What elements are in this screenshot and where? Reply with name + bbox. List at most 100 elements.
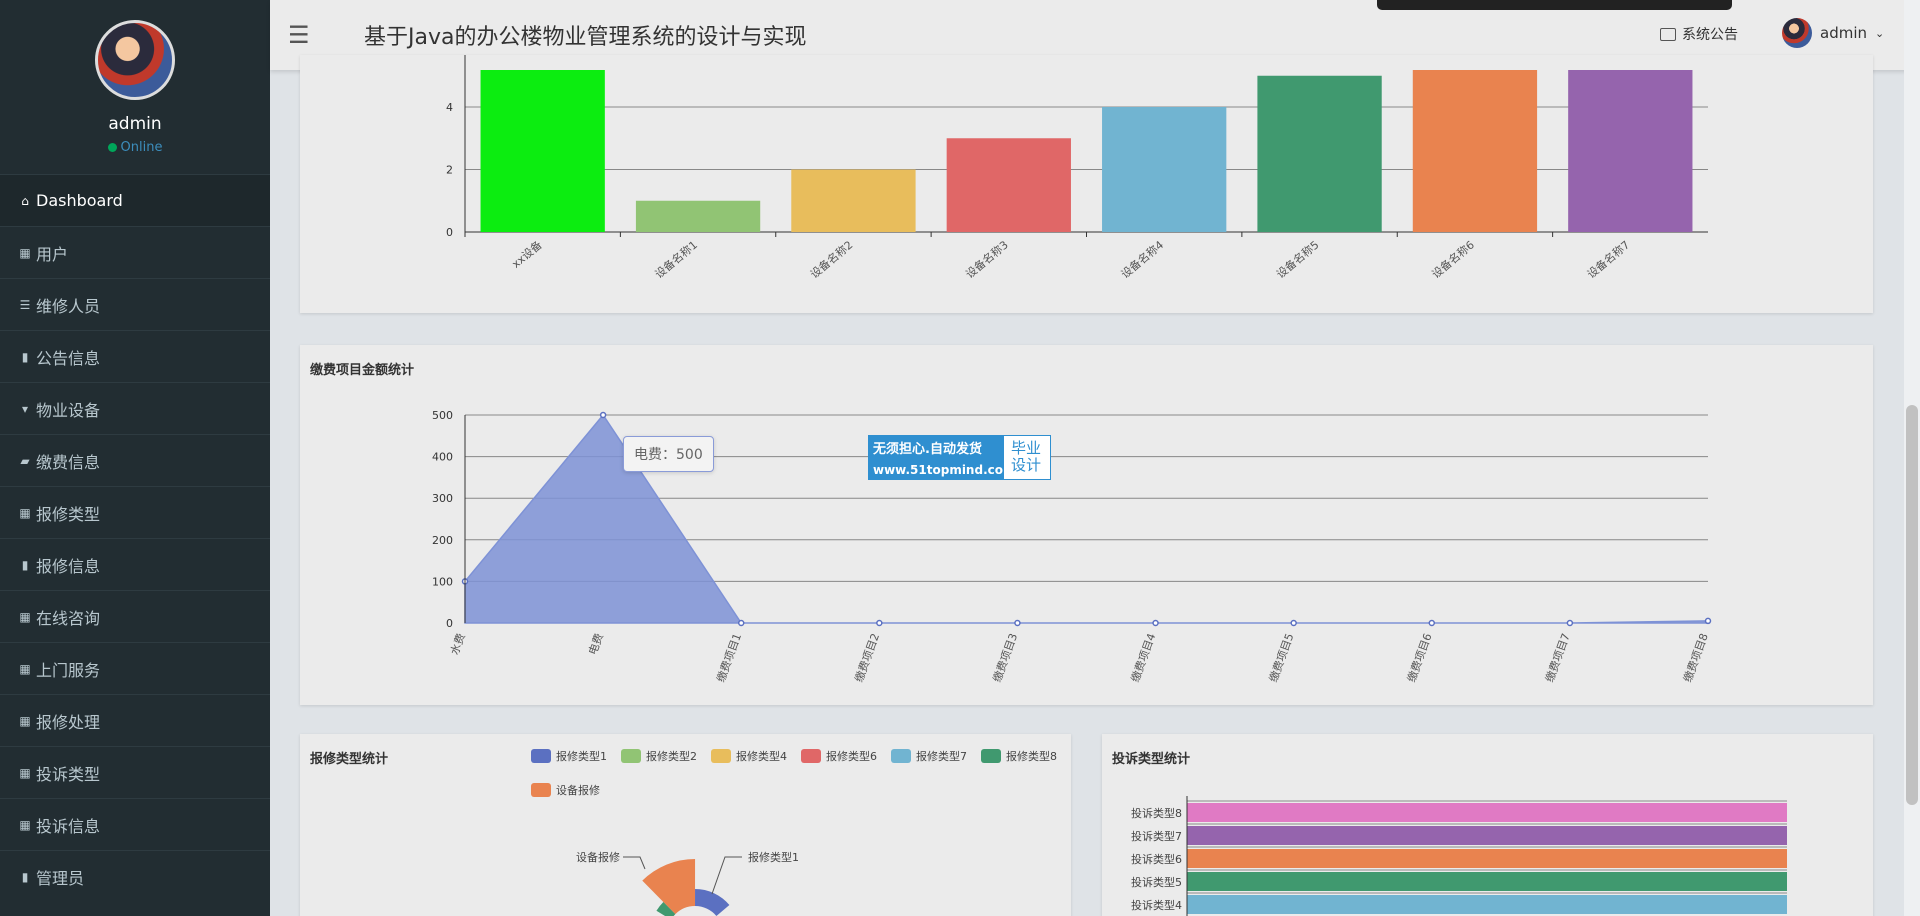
sidebar-item-3[interactable]: ▮ 公告信息 <box>0 330 270 382</box>
complaint-type-bar-chart: 投诉类型8 投诉类型7 投诉类型6 投诉类型5 投诉类型4 <box>1131 796 1787 916</box>
x-tick-label: xx设备 <box>509 238 545 271</box>
x-tick-label: 电费 <box>586 632 606 657</box>
menu-toggle-icon[interactable]: ☰ <box>288 21 314 49</box>
wallet-icon: ▰ <box>20 453 30 468</box>
bar <box>1187 849 1787 868</box>
sidebar-item-1[interactable]: ▦ 用户 <box>0 226 270 278</box>
online-status: Online <box>107 140 162 155</box>
payment-chart-panel: 缴费项目金额统计 0 100 200 300 400 500 水费 电费 缴费项目1 缴费项目2 缴… <box>300 345 1873 705</box>
bar <box>1102 107 1227 232</box>
x-tick-label: 缴费项目4 <box>1128 631 1159 684</box>
bar <box>1187 803 1787 822</box>
sidebar-item-label: 物业设备 <box>36 400 101 420</box>
sidebar-item-label: 报修类型 <box>36 504 101 524</box>
bar-chart-icon: ▮ <box>21 557 29 572</box>
x-tick-label: 设备名称7 <box>1584 238 1632 282</box>
sidebar-item-label: 公告信息 <box>36 348 101 368</box>
legend-label: 报修类型2 <box>646 749 697 763</box>
chevron-down-icon: ⌄ <box>1875 26 1885 40</box>
sidebar-item-label: 维修人员 <box>36 296 101 316</box>
x-tick-label: 设备名称1 <box>652 238 700 282</box>
sidebar-item-8[interactable]: ▦ 在线咨询 <box>0 590 270 642</box>
x-tick-label: 设备名称6 <box>1429 238 1477 282</box>
system-notice-link[interactable]: 系统公告 <box>1660 24 1738 44</box>
sidebar-item-4[interactable]: ▾ 物业设备 <box>0 382 270 434</box>
device-icon: ▾ <box>21 401 29 416</box>
grid-icon: ▦ <box>19 245 31 260</box>
watermark: 无须担心.自动发货 www.51topmind.com 毕业设计 <box>868 435 1051 480</box>
y-tick-label: 投诉类型5 <box>1131 875 1182 889</box>
sidebar-menu: ⌂ Dashboard ▦ 用户 ☰ 维修人员 ▮ 公告信息 ▾ 物业设备 ▰ 缴费信息 ▦ 报修类型 ▮ 报… <box>0 174 270 902</box>
notification-bar <box>1377 0 1732 10</box>
pie-label: 设备报修 <box>576 850 620 864</box>
sidebar-item-label: 投诉类型 <box>36 764 101 784</box>
y-tick-label: 0 <box>446 617 453 630</box>
grid-icon: ▦ <box>19 817 31 832</box>
x-tick-label: 水费 <box>448 632 468 657</box>
bar <box>791 169 916 232</box>
legend-label: 报修类型8 <box>1006 749 1057 763</box>
bar <box>946 138 1071 232</box>
x-tick-label: 缴费项目8 <box>1680 631 1711 684</box>
user-panel: admin Online <box>0 0 270 174</box>
legend-label: 报修类型7 <box>916 749 967 763</box>
legend-label: 设备报修 <box>556 783 600 797</box>
sidebar-item-label: 在线咨询 <box>36 608 101 628</box>
sidebar-item-label: 上门服务 <box>36 660 101 680</box>
x-tick-label: 缴费项目2 <box>852 631 883 684</box>
data-point <box>1428 619 1436 627</box>
repair-type-chart-panel: 报修类型统计 报修类型1 报修类型2 报修类型4 报修类型6 报修类型7 报修类型8 设备报… <box>300 734 1071 916</box>
sidebar-item-label: 管理员 <box>36 868 85 888</box>
clipboard-icon: ▮ <box>21 349 29 364</box>
sidebar-item-9[interactable]: ▦ 上门服务 <box>0 642 270 694</box>
scrollbar-thumb[interactable] <box>1906 405 1918 805</box>
sidebar-item-12[interactable]: ▦ 投诉信息 <box>0 798 270 850</box>
sidebar-item-11[interactable]: ▦ 投诉类型 <box>0 746 270 798</box>
home-icon: ⌂ <box>21 193 29 208</box>
data-point <box>1704 617 1712 625</box>
y-tick-label: 4 <box>446 101 453 114</box>
status-dot-icon <box>107 143 117 152</box>
sidebar-item-10[interactable]: ▦ 报修处理 <box>0 694 270 746</box>
y-tick-label: 投诉类型4 <box>1131 898 1182 912</box>
sidebar-item-0[interactable]: ⌂ Dashboard <box>0 174 270 226</box>
data-point <box>1566 619 1574 627</box>
legend-swatch <box>711 749 731 763</box>
sidebar-item-label: Dashboard <box>36 191 123 210</box>
sidebar-item-6[interactable]: ▦ 报修类型 <box>0 486 270 538</box>
x-tick-label: 设备名称2 <box>807 238 855 282</box>
x-tick-label: 缴费项目1 <box>713 631 744 684</box>
sidebar-item-7[interactable]: ▮ 报修信息 <box>0 538 270 590</box>
bar <box>1568 70 1693 232</box>
watermark-line2: www.51topmind.com <box>873 463 1016 477</box>
data-point <box>1152 619 1159 627</box>
legend-label: 报修类型4 <box>736 749 787 763</box>
legend-swatch <box>891 749 911 763</box>
watermark-side: 毕业设计 <box>1011 439 1042 474</box>
equipment-bar-chart: 0 2 4 xx设备 设备名称1 设备名称2 设备名称3 设备名称4 设备名称5 设备名称6 设备名… <box>446 55 1708 282</box>
pie-label: 报修类型1 <box>748 850 799 864</box>
clipboard-icon: ▮ <box>21 869 29 884</box>
avatar <box>95 20 175 100</box>
bar <box>1187 895 1787 914</box>
bar <box>1412 70 1538 232</box>
x-tick-label: 缴费项目3 <box>990 631 1021 684</box>
grid-icon: ▦ <box>19 713 31 728</box>
watermark-line1: 无须担心.自动发货 <box>873 442 982 457</box>
user-menu[interactable]: admin ⌄ <box>1782 18 1884 48</box>
sidebar-user-name: admin <box>108 114 162 134</box>
sidebar-item-13[interactable]: ▮ 管理员 <box>0 850 270 902</box>
data-point <box>737 619 745 627</box>
y-tick-label: 100 <box>432 575 453 588</box>
y-tick-label: 300 <box>432 492 453 505</box>
sidebar-item-5[interactable]: ▰ 缴费信息 <box>0 434 270 486</box>
bar <box>635 200 761 232</box>
pie-slice-equipment <box>642 859 696 915</box>
sidebar-item-2[interactable]: ☰ 维修人员 <box>0 278 270 330</box>
legend-label: 报修类型6 <box>826 749 877 763</box>
grid-icon: ▦ <box>19 609 31 624</box>
legend-swatch <box>801 749 821 763</box>
label-line <box>711 856 742 895</box>
legend-swatch <box>531 783 551 797</box>
bar <box>1187 826 1787 845</box>
